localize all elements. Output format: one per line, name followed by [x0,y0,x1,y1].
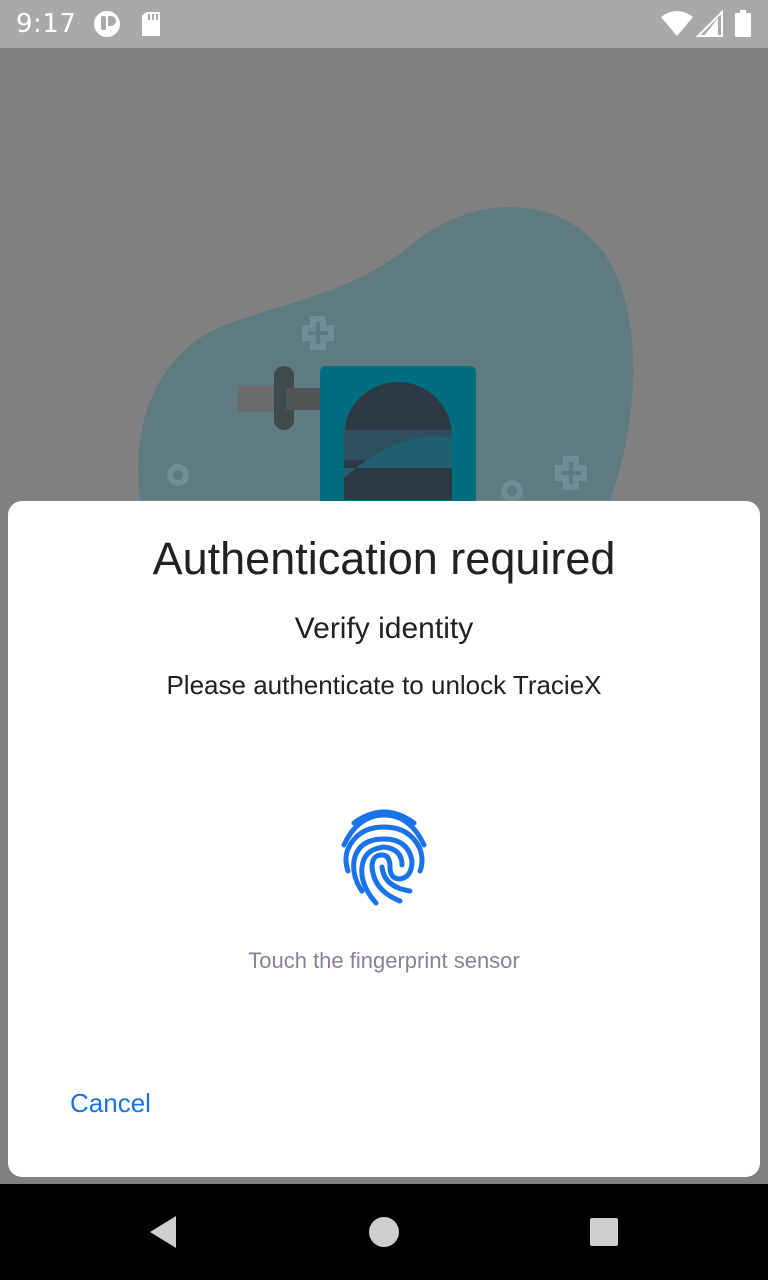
dialog-description: Please authenticate to unlock TracieX [166,670,602,700]
fingerprint-icon [336,805,432,909]
home-icon[interactable] [364,1212,404,1252]
back-icon[interactable] [144,1212,184,1252]
status-time: 9:17 [16,9,77,39]
cancel-button[interactable]: Cancel [56,1081,165,1125]
tracie-notification-icon [92,8,122,45]
wifi-icon [660,8,694,45]
signal-icon [695,8,724,45]
dialog-subtitle: Verify identity [294,612,474,645]
status-bar: 9:17 [0,0,768,48]
battery-icon [734,8,752,45]
navigation-bar [0,1184,768,1280]
dialog-title: Authentication required [152,533,616,584]
fingerprint-hint: Touch the fingerprint sensor [248,948,520,973]
authentication-dialog: Authentication required Verify identity … [8,501,760,1177]
background-illustration [138,207,634,508]
sd-card-icon [140,8,162,45]
recents-icon[interactable] [584,1212,624,1252]
